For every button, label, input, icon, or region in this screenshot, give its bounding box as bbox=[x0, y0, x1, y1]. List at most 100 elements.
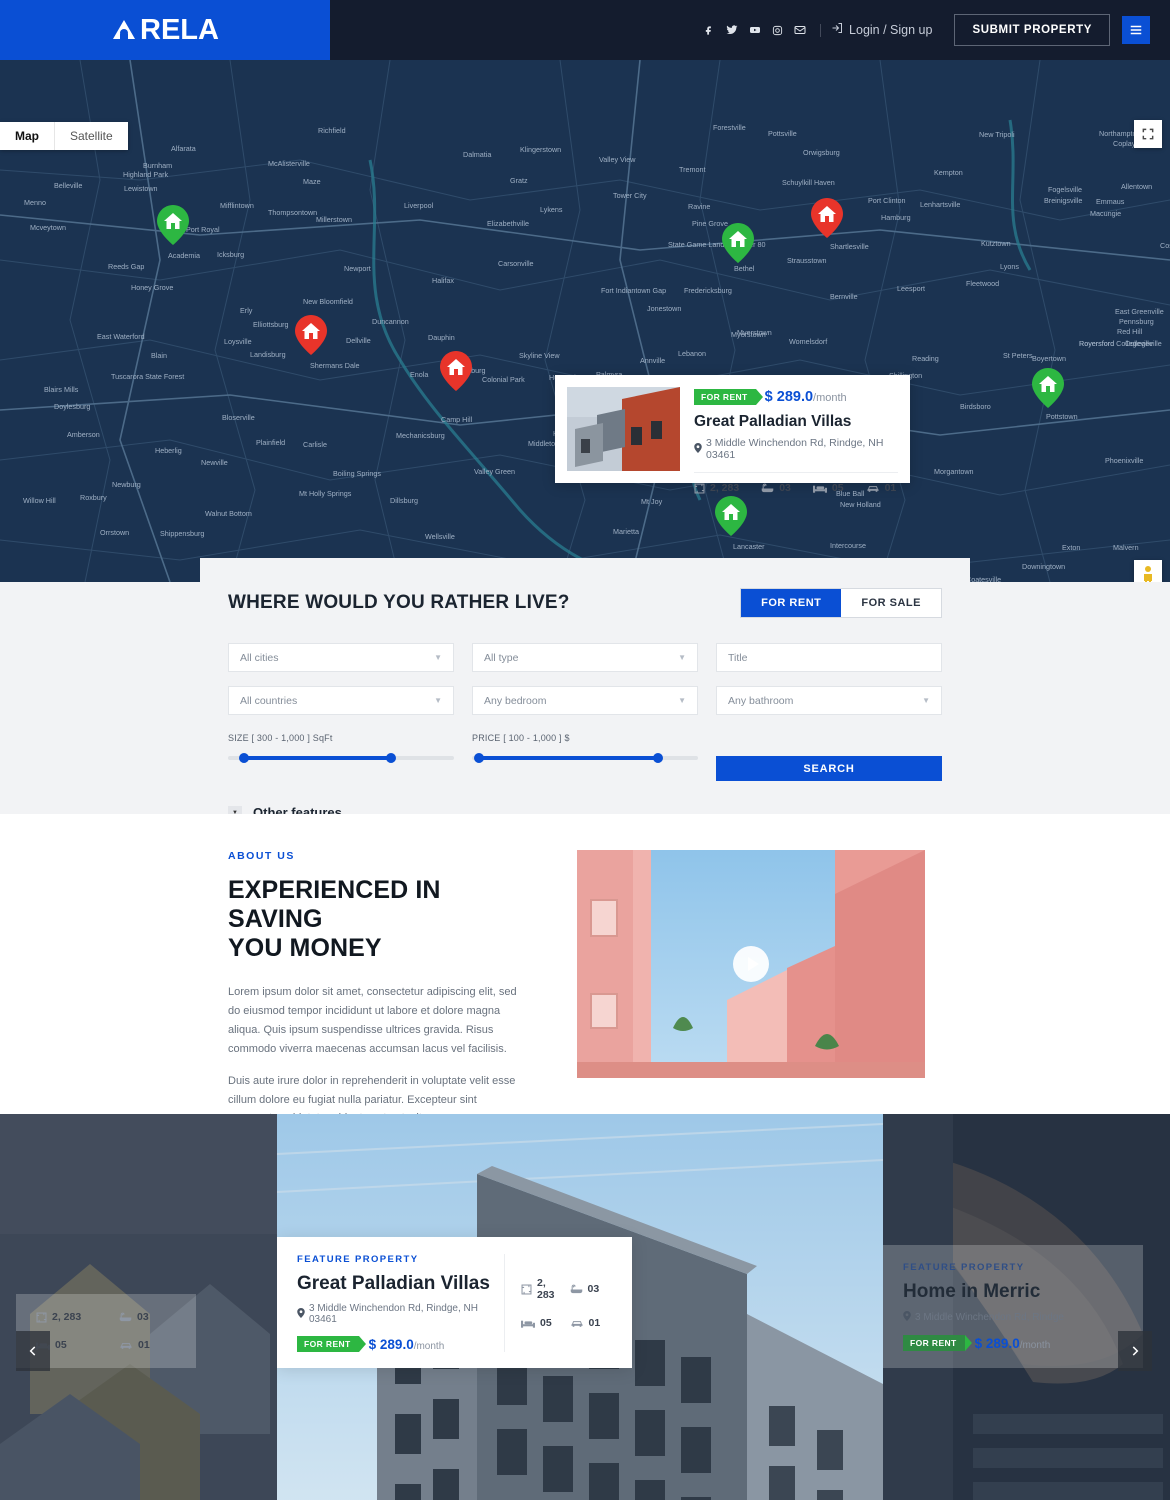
about-video-thumbnail[interactable] bbox=[577, 850, 925, 1078]
map-place-label: New Holland bbox=[840, 500, 881, 509]
map-marker-green[interactable] bbox=[722, 223, 754, 263]
map-place-label: Shippensburg bbox=[160, 529, 205, 538]
map-place-label: Lykens bbox=[540, 205, 563, 214]
map-place-label: Blain bbox=[151, 351, 167, 360]
login-label: Login / Sign up bbox=[849, 23, 933, 37]
carousel-prev-button[interactable] bbox=[16, 1331, 50, 1371]
featured-properties-carousel[interactable]: 2, 283 03 05 01 FEATURE PROPERTY Great P… bbox=[0, 1114, 1170, 1500]
map-marker-red[interactable] bbox=[440, 351, 472, 391]
size-slider-knob-max[interactable] bbox=[386, 753, 397, 763]
size-slider-knob-min[interactable] bbox=[239, 753, 250, 763]
map-place-label: Kempton bbox=[934, 168, 963, 177]
map-place-label: Pottsville bbox=[768, 129, 797, 138]
meta-bed: 05 bbox=[812, 482, 844, 494]
price-slider-knob-max[interactable] bbox=[652, 753, 663, 763]
map-place-label: Bloserville bbox=[222, 413, 255, 422]
map-place-label: Duncannon bbox=[372, 317, 409, 326]
login-link[interactable]: Login / Sign up bbox=[831, 21, 932, 39]
map-place-label: Skyline View bbox=[519, 351, 560, 360]
carousel-next-button[interactable] bbox=[1118, 1331, 1152, 1371]
featured-title[interactable]: Great Palladian Villas bbox=[297, 1273, 490, 1295]
map-place-label: Willow Hill bbox=[23, 496, 56, 505]
next-price: $ 289.0/month bbox=[974, 1335, 1051, 1351]
map-place-label: Doylesburg bbox=[54, 402, 91, 411]
street-view-pegman-icon[interactable] bbox=[1134, 560, 1162, 582]
toggle-for-sale[interactable]: FOR SALE bbox=[841, 589, 941, 617]
map-place-label: Leesport bbox=[897, 284, 925, 293]
map-place-label: Amberson bbox=[67, 430, 100, 439]
map-place-label: East Greenville bbox=[1115, 307, 1164, 316]
map-place-label: Mechanicsburg bbox=[396, 431, 445, 440]
listing-type-toggle[interactable]: FOR RENT FOR SALE bbox=[740, 588, 942, 618]
map-place-label: Kutztown bbox=[981, 239, 1011, 248]
map-place-label: Forestville bbox=[713, 123, 746, 132]
map-marker-green[interactable] bbox=[715, 496, 747, 536]
map-place-label: Emmaus bbox=[1096, 197, 1125, 206]
map-place-label: New Bloomfield bbox=[303, 297, 353, 306]
type-select[interactable]: All type ▼ bbox=[472, 643, 698, 672]
size-slider-track[interactable] bbox=[228, 753, 454, 763]
map-place-label: Tuscarora State Forest bbox=[111, 372, 185, 381]
play-button-icon[interactable] bbox=[733, 946, 769, 982]
map-place-label: Red Hill bbox=[1117, 327, 1143, 336]
login-arrow-icon bbox=[831, 21, 843, 39]
map-place-label: Downingtown bbox=[1022, 562, 1066, 571]
chevron-down-icon: ▼ bbox=[434, 653, 442, 662]
next-title[interactable]: Home in Merric bbox=[903, 1281, 1123, 1303]
map-type-map[interactable]: Map bbox=[0, 122, 54, 150]
featured-meta: 2, 283 03 05 01 bbox=[504, 1254, 612, 1352]
price-slider-track[interactable] bbox=[472, 753, 698, 763]
city-select[interactable]: All cities ▼ bbox=[228, 643, 454, 672]
map-marker-green[interactable] bbox=[157, 205, 189, 245]
country-select[interactable]: All countries ▼ bbox=[228, 686, 454, 715]
next-slide-card[interactable]: FEATURE PROPERTY Home in Merric 3 Middle… bbox=[883, 1245, 1143, 1368]
title-input[interactable]: Title bbox=[716, 643, 942, 672]
area-icon bbox=[521, 1284, 532, 1295]
map-property-popup[interactable]: FOR RENT $ 289.0/month Great Palladian V… bbox=[555, 375, 910, 494]
toggle-for-rent[interactable]: FOR RENT bbox=[741, 589, 842, 617]
price-slider-knob-min[interactable] bbox=[474, 753, 485, 763]
map-marker-green[interactable] bbox=[1032, 368, 1064, 408]
popup-property-title[interactable]: Great Palladian Villas bbox=[694, 413, 898, 431]
field-value: All countries bbox=[240, 694, 298, 707]
map-place-label: Millerstown bbox=[316, 215, 352, 224]
bathroom-select[interactable]: Any bathroom ▼ bbox=[716, 686, 942, 715]
fullscreen-icon[interactable] bbox=[1134, 120, 1162, 148]
map-place-label: Coplay bbox=[1113, 139, 1136, 148]
carousel-slide-active[interactable]: FEATURE PROPERTY Great Palladian Villas … bbox=[277, 1114, 883, 1500]
property-map[interactable]: Forestville Pottsville New Tripoli Northamp… bbox=[0, 60, 1170, 582]
facebook-icon[interactable] bbox=[704, 25, 715, 36]
map-type-satellite[interactable]: Satellite bbox=[55, 122, 128, 150]
map-place-label: Port Clinton bbox=[868, 196, 906, 205]
map-type-control[interactable]: Map Satellite bbox=[0, 122, 128, 150]
popup-property-thumbnail[interactable] bbox=[567, 387, 680, 471]
chevron-down-icon: ▼ bbox=[434, 696, 442, 705]
carousel-slide-prev[interactable]: 2, 283 03 05 01 bbox=[0, 1114, 277, 1500]
instagram-icon[interactable] bbox=[772, 25, 783, 36]
map-place-label: Birdsboro bbox=[960, 402, 991, 411]
about-eyebrow: ABOUT US bbox=[228, 850, 295, 862]
youtube-icon[interactable] bbox=[749, 24, 761, 36]
email-icon[interactable] bbox=[794, 24, 806, 36]
triangle-house-icon bbox=[111, 17, 137, 43]
map-marker-red[interactable] bbox=[295, 315, 327, 355]
submit-property-button[interactable]: SUBMIT PROPERTY bbox=[954, 14, 1110, 46]
map-place-label: Malvern bbox=[1113, 543, 1139, 552]
map-place-label: Dellville bbox=[346, 336, 371, 345]
map-place-label: Colonial Park bbox=[482, 375, 525, 384]
map-place-label: Orrstown bbox=[100, 528, 130, 537]
search-button-group: . SEARCH bbox=[716, 733, 942, 781]
map-place-label: New Tripoli bbox=[979, 130, 1015, 139]
map-marker-red[interactable] bbox=[811, 198, 843, 238]
logo-text: RELA bbox=[140, 13, 219, 46]
carousel-slide-next[interactable]: FEATURE PROPERTY Home in Merric 3 Middle… bbox=[883, 1114, 1170, 1500]
hamburger-menu-icon[interactable] bbox=[1122, 16, 1150, 44]
map-place-label: Breinigsville bbox=[1044, 196, 1083, 205]
logo[interactable]: RELA bbox=[0, 0, 330, 60]
map-place-label: Shartlesville bbox=[830, 242, 869, 251]
twitter-icon[interactable] bbox=[726, 24, 738, 36]
meta-value: 03 bbox=[137, 1311, 149, 1323]
featured-property-card[interactable]: FEATURE PROPERTY Great Palladian Villas … bbox=[277, 1237, 632, 1368]
bedroom-select[interactable]: Any bedroom ▼ bbox=[472, 686, 698, 715]
search-button[interactable]: SEARCH bbox=[716, 756, 942, 781]
